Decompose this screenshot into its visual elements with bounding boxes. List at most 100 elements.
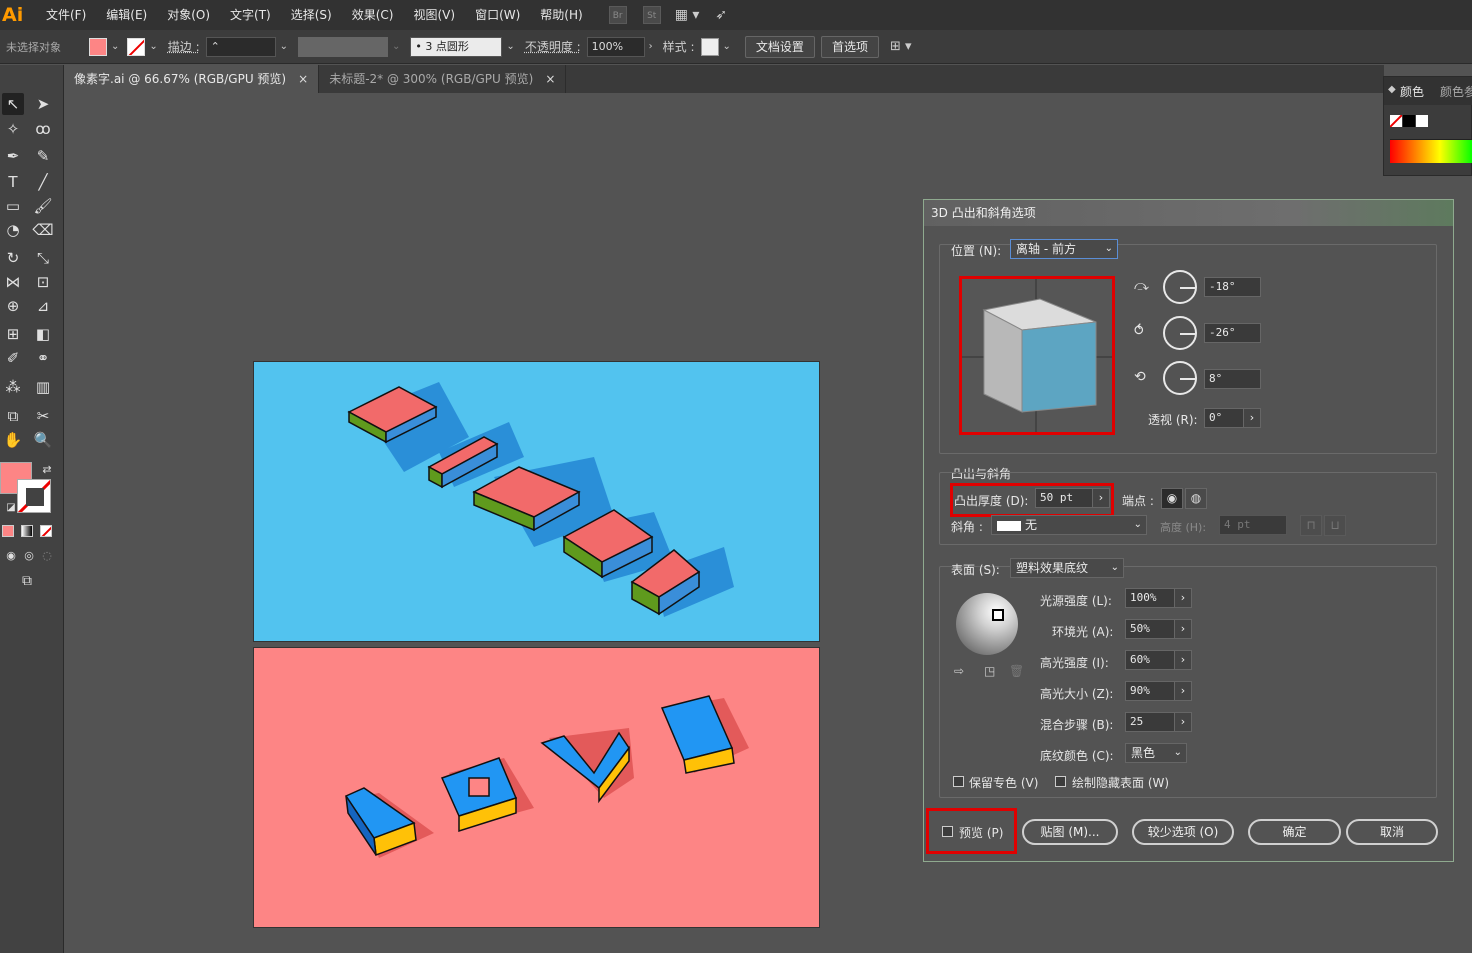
ambient-light-field[interactable]: 50% <box>1125 619 1175 639</box>
rotate-x-field[interactable]: -18° <box>1204 277 1261 297</box>
none-swatch[interactable] <box>1390 115 1402 127</box>
lasso-tool-icon[interactable]: ꝏ <box>32 118 54 140</box>
fill-dropdown-icon[interactable]: ⌄ <box>107 41 123 52</box>
preserve-spot-checkbox[interactable] <box>953 776 964 787</box>
free-transform-tool-icon[interactable]: ⊡ <box>32 271 54 293</box>
mesh-tool-icon[interactable]: ⊞ <box>2 323 24 345</box>
slice-tool-icon[interactable]: ✂ <box>32 405 54 427</box>
preferences-button[interactable]: 首选项 <box>820 35 879 58</box>
dialog-title[interactable]: 3D 凸出和斜角选项 <box>924 200 1453 226</box>
menu-edit[interactable]: 编辑(E) <box>96 0 157 30</box>
width-tool-icon[interactable]: ⋈ <box>2 271 24 293</box>
rotate-y-dial[interactable] <box>1163 316 1197 350</box>
light-sphere-preview[interactable] <box>956 593 1018 655</box>
selection-tool-icon[interactable]: ↖ <box>2 93 24 115</box>
rotate-tool-icon[interactable]: ↻ <box>2 247 24 269</box>
stroke-dropdown-icon[interactable]: ⌄ <box>145 41 161 52</box>
arrange-documents-icon[interactable]: ⊞ ▾ <box>890 39 912 54</box>
close-icon[interactable]: × <box>298 72 308 86</box>
stroke-color-box[interactable] <box>17 479 51 513</box>
highlight-size-arrow-icon[interactable]: › <box>1174 681 1192 701</box>
screen-mode-icon[interactable]: ⧉ <box>16 570 38 592</box>
eyedropper-tool-icon[interactable]: ✐ <box>2 347 24 369</box>
gradient-mode-button[interactable] <box>21 525 33 537</box>
black-swatch[interactable] <box>1403 115 1415 127</box>
profile-dropdown-icon[interactable]: ⌄ <box>388 41 404 52</box>
document-setup-button[interactable]: 文档设置 <box>744 35 815 58</box>
menu-object[interactable]: 对象(O) <box>157 0 220 30</box>
cap-on-icon[interactable]: ◉ <box>1161 488 1183 509</box>
rotate-y-field[interactable]: -26° <box>1204 323 1261 343</box>
variable-width-profile[interactable] <box>298 36 389 57</box>
bridge-icon[interactable]: Br <box>608 6 627 24</box>
blend-steps-field[interactable]: 25 <box>1125 712 1175 732</box>
draw-inside-icon[interactable]: ◌ <box>36 545 58 567</box>
line-tool-icon[interactable]: ╱ <box>32 171 54 193</box>
style-swatch[interactable] <box>700 37 719 56</box>
hand-tool-icon[interactable]: ✋ <box>2 429 24 451</box>
menu-view[interactable]: 视图(V) <box>403 0 465 30</box>
brush-dropdown-icon[interactable]: ⌄ <box>502 41 518 52</box>
shape-builder-tool-icon[interactable]: ⊕ <box>2 295 24 317</box>
collapse-icon[interactable]: ◆ <box>1388 84 1396 95</box>
swap-colors-icon[interactable]: ⇄ <box>36 459 58 481</box>
opacity-arrow-icon[interactable]: › <box>645 41 657 52</box>
menu-window[interactable]: 窗口(W) <box>465 0 530 30</box>
menu-help[interactable]: 帮助(H) <box>530 0 592 30</box>
cap-off-icon[interactable]: ◍ <box>1185 488 1207 509</box>
highlight-intensity-arrow-icon[interactable]: › <box>1174 650 1192 670</box>
default-colors-icon[interactable]: ◪ <box>0 497 22 519</box>
map-art-button[interactable]: 贴图 (M)... <box>1022 819 1118 845</box>
shaper-tool-icon[interactable]: ◔ <box>2 219 24 241</box>
bevel-out-icon[interactable]: ⊓ <box>1300 515 1322 536</box>
rectangle-tool-icon[interactable]: ▭ <box>2 195 24 217</box>
stroke-swatch[interactable] <box>127 37 146 56</box>
tab-color[interactable]: 颜色 <box>1400 83 1424 100</box>
rotate-x-dial[interactable] <box>1163 270 1197 304</box>
light-intensity-arrow-icon[interactable]: › <box>1174 588 1192 608</box>
close-icon[interactable]: × <box>545 72 555 86</box>
highlight-size-field[interactable]: 90% <box>1125 681 1175 701</box>
pen-tool-icon[interactable]: ✒ <box>2 145 24 167</box>
highlight-intensity-field[interactable]: 60% <box>1125 650 1175 670</box>
surface-select[interactable]: 塑料效果底纹 ⌄ <box>1010 558 1124 578</box>
workspace-layout-icon[interactable]: ▦ ▾ <box>675 7 700 23</box>
rotate-z-dial[interactable] <box>1163 361 1197 395</box>
opacity-field[interactable]: 100% <box>586 36 645 57</box>
perspective-field[interactable]: 0° <box>1204 408 1244 428</box>
position-select[interactable]: 离轴 - 前方 ⌄ <box>1010 239 1118 259</box>
move-light-back-icon[interactable]: ⇨ <box>954 664 964 678</box>
stroke-weight-dropdown-icon[interactable]: ⌄ <box>276 41 292 52</box>
delete-light-icon[interactable]: 🗑 <box>1009 664 1024 678</box>
menu-select[interactable]: 选择(S) <box>281 0 342 30</box>
bevel-select[interactable]: 无 ⌄ <box>991 515 1147 535</box>
fewer-options-button[interactable]: 较少选项 (O) <box>1132 819 1234 845</box>
fill-swatch[interactable] <box>89 37 107 56</box>
tab-untitled-2[interactable]: 未标题-2* @ 300% (RGB/GPU 预览) × <box>319 65 567 93</box>
curvature-tool-icon[interactable]: ✎ <box>32 145 54 167</box>
ambient-light-arrow-icon[interactable]: › <box>1174 619 1192 639</box>
style-dropdown-icon[interactable]: ⌄ <box>719 41 735 52</box>
tab-color-guide[interactable]: 颜色参 <box>1440 83 1472 100</box>
color-mode-button[interactable] <box>2 525 14 537</box>
white-swatch[interactable] <box>1416 115 1428 127</box>
rotate-z-field[interactable]: 8° <box>1204 369 1261 389</box>
new-light-icon[interactable]: ◳ <box>984 664 995 678</box>
ok-button[interactable]: 确定 <box>1248 819 1341 845</box>
blend-tool-icon[interactable]: ⚭ <box>32 347 54 369</box>
symbol-sprayer-tool-icon[interactable]: ⁂ <box>2 376 24 398</box>
tab-pixel-text[interactable]: 像素字.ai @ 66.67% (RGB/GPU 预览) × <box>64 65 320 93</box>
none-mode-button[interactable] <box>40 525 52 537</box>
menu-type[interactable]: 文字(T) <box>220 0 281 30</box>
artboard-tool-icon[interactable]: ⧉ <box>2 405 24 427</box>
stock-icon[interactable]: St <box>642 6 661 24</box>
color-spectrum[interactable] <box>1390 139 1472 163</box>
menu-file[interactable]: 文件(F) <box>36 0 96 30</box>
cancel-button[interactable]: 取消 <box>1346 819 1438 845</box>
paintbrush-tool-icon[interactable]: 🖌 <box>32 195 54 217</box>
menu-effect[interactable]: 效果(C) <box>342 0 404 30</box>
perspective-arrow-icon[interactable]: › <box>1243 408 1261 428</box>
direct-selection-tool-icon[interactable]: ➤ <box>32 93 54 115</box>
bevel-height-field[interactable]: 4 pt <box>1219 515 1287 535</box>
draw-hidden-checkbox[interactable] <box>1055 776 1066 787</box>
